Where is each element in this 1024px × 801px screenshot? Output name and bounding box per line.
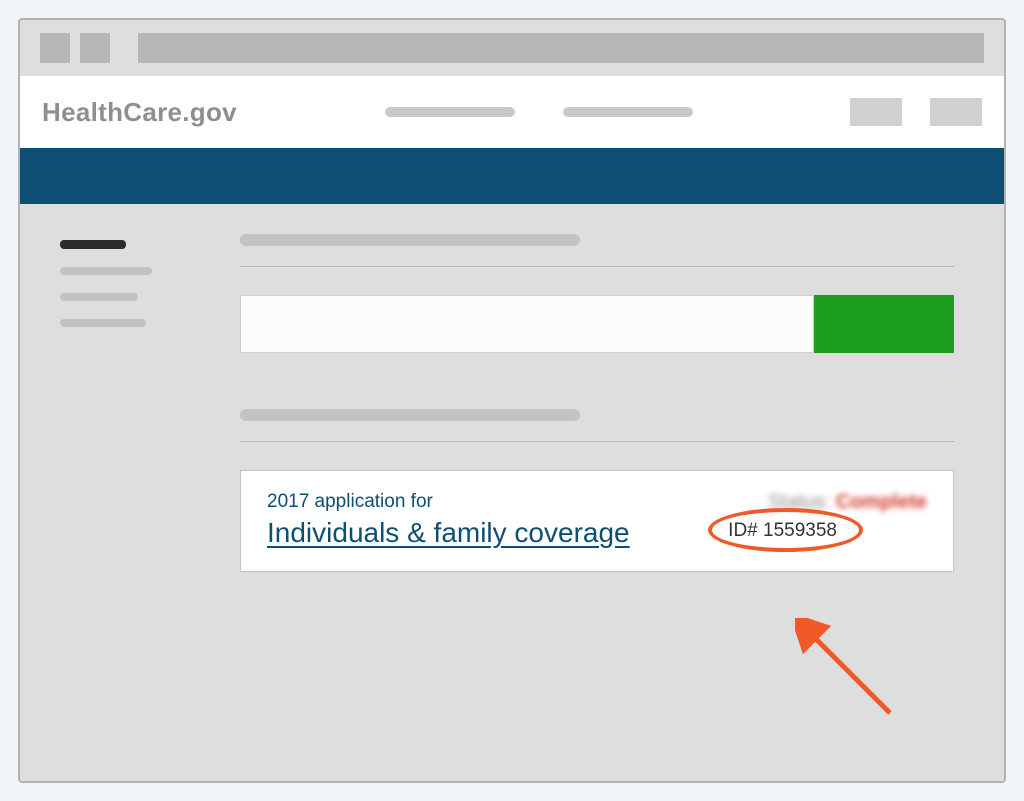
- browser-window: HealthCare.gov 2017 application: [18, 18, 1006, 783]
- sidebar-item-active[interactable]: [60, 240, 126, 249]
- browser-chrome: [20, 20, 1004, 76]
- status-label: Status:: [768, 491, 830, 513]
- section-heading-placeholder: [240, 409, 580, 421]
- application-id-wrap: ID# 1559358: [728, 520, 837, 542]
- nav-link-placeholder[interactable]: [563, 107, 693, 117]
- application-year-line: 2017 application for: [267, 491, 697, 513]
- application-title-link[interactable]: Individuals & family coverage: [267, 517, 630, 549]
- secondary-nav-bar: [20, 148, 1004, 204]
- application-status: Status: Complete: [697, 491, 927, 514]
- action-row: [240, 295, 954, 353]
- sidebar-item[interactable]: [60, 293, 138, 301]
- text-input[interactable]: [240, 295, 814, 353]
- site-header: HealthCare.gov: [20, 76, 1004, 148]
- application-id: ID# 1559358: [728, 520, 837, 541]
- divider: [240, 266, 954, 267]
- application-card: 2017 application for Individuals & famil…: [240, 470, 954, 572]
- header-button[interactable]: [850, 98, 902, 126]
- divider: [240, 441, 954, 442]
- application-info: 2017 application for Individuals & famil…: [267, 491, 697, 549]
- status-value: Complete: [836, 491, 927, 513]
- browser-control: [40, 33, 70, 63]
- sidebar-item[interactable]: [60, 267, 152, 275]
- address-bar[interactable]: [138, 33, 984, 63]
- application-meta: Status: Complete ID# 1559358: [697, 491, 927, 542]
- nav-link-placeholder[interactable]: [385, 107, 515, 117]
- primary-button[interactable]: [814, 295, 954, 353]
- content-area: 2017 application for Individuals & famil…: [20, 204, 1004, 781]
- site-brand[interactable]: HealthCare.gov: [42, 97, 237, 128]
- sidebar-item[interactable]: [60, 319, 146, 327]
- browser-control: [80, 33, 110, 63]
- main-panel: 2017 application for Individuals & famil…: [240, 234, 964, 781]
- sidebar: [60, 234, 200, 781]
- section-heading-placeholder: [240, 234, 580, 246]
- header-button[interactable]: [930, 98, 982, 126]
